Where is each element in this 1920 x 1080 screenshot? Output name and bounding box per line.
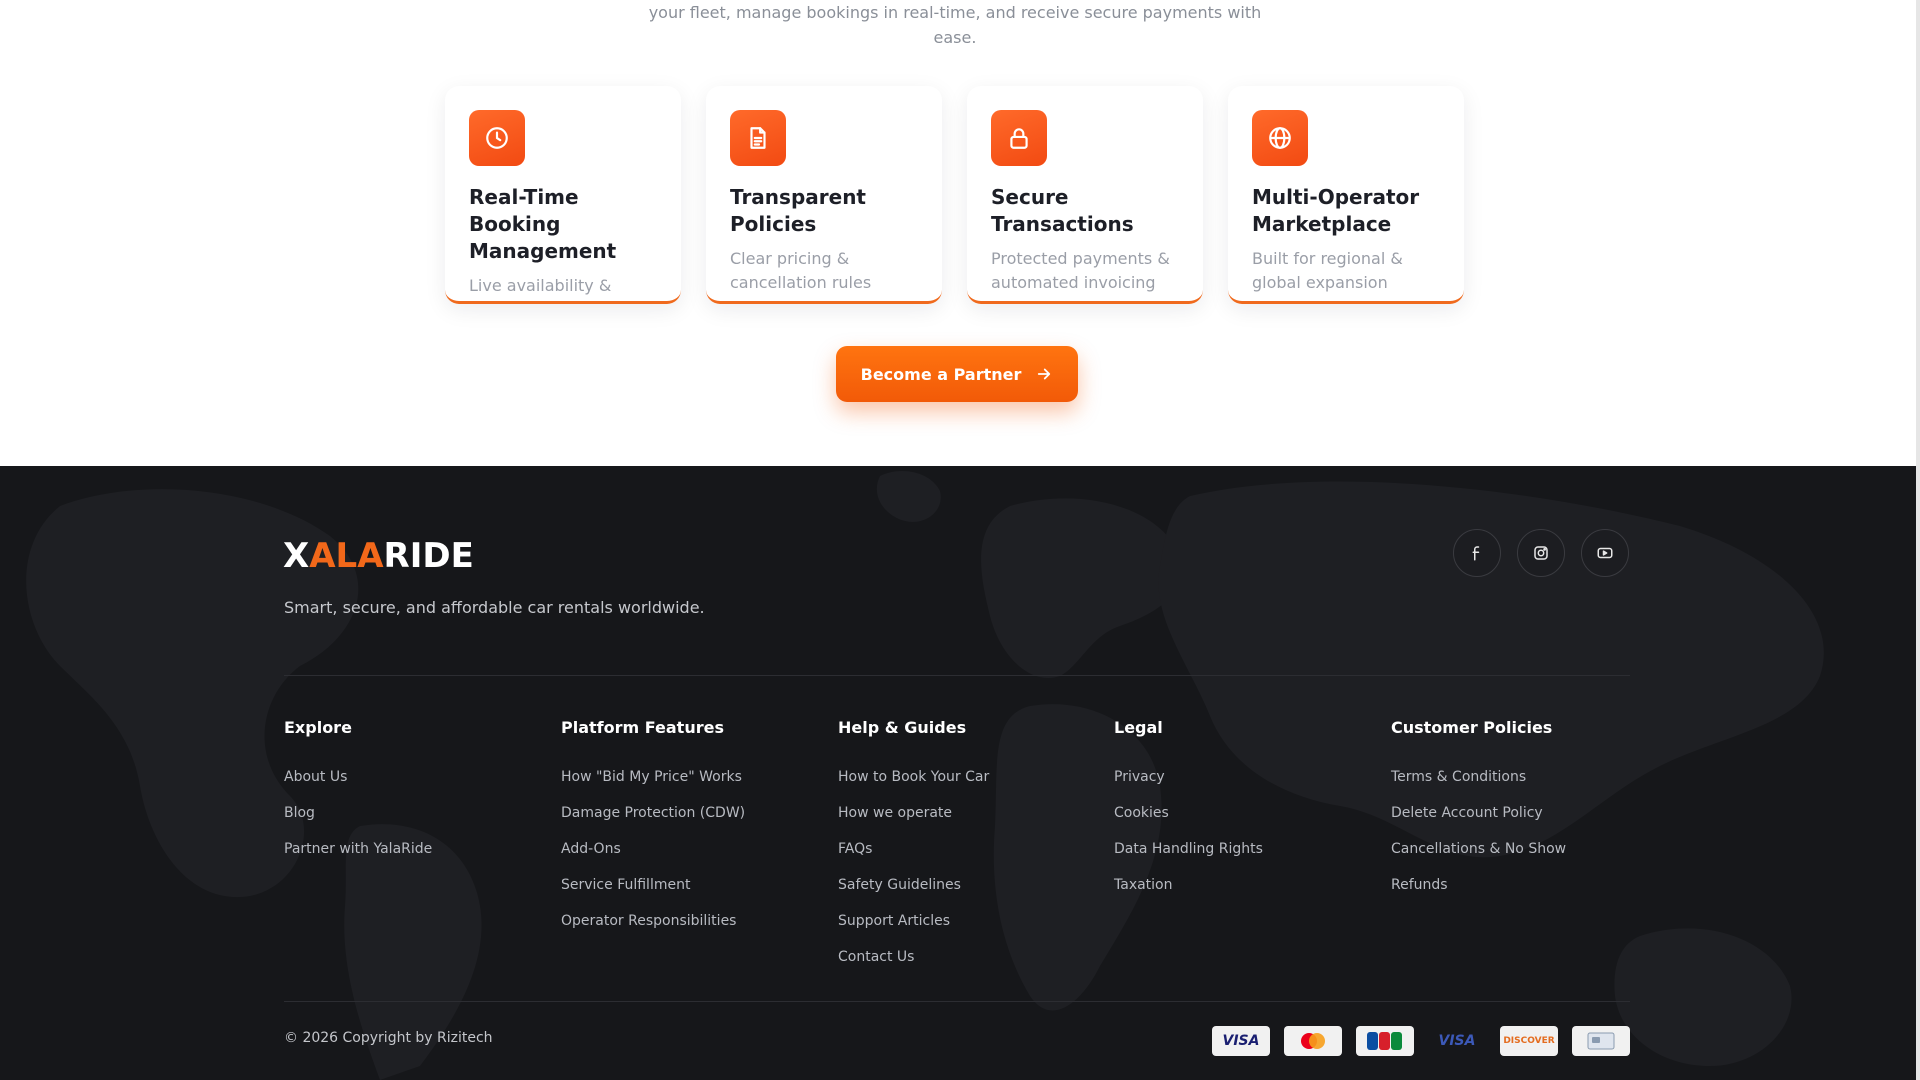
feature-title: Multi-Operator Marketplace — [1252, 185, 1420, 236]
arrow-right-icon — [1038, 368, 1051, 380]
feature-title: Real-Time Booking Management — [469, 185, 617, 263]
footer-divider-bottom — [284, 1001, 1630, 1002]
feature-desc: Built for regional & global expansion — [1252, 249, 1403, 292]
feature-card-multi-operator: Multi-Operator Marketplace Built for reg… — [1228, 86, 1464, 304]
link-taxation[interactable]: Taxation — [1114, 867, 1263, 903]
facebook-icon — [1472, 546, 1480, 561]
logo-ala: ALA — [309, 536, 384, 576]
jcb-card-icon — [1356, 1026, 1414, 1056]
site-footer: XALARIDE Smart, secure, and affordable c… — [0, 466, 1916, 1080]
footer-col-help-guides: Help & Guides How to Book Your Car How w… — [838, 718, 989, 975]
link-delete-account-policy[interactable]: Delete Account Policy — [1391, 795, 1566, 831]
link-faqs[interactable]: FAQs — [838, 831, 989, 867]
lock-icon — [991, 110, 1047, 166]
link-support-articles[interactable]: Support Articles — [838, 903, 989, 939]
footer-col-legal: Legal Privacy Cookies Data Handling Righ… — [1114, 718, 1263, 903]
link-operator-responsibilities[interactable]: Operator Responsibilities — [561, 903, 745, 939]
feature-desc: Protected payments & automated invoicing — [991, 249, 1170, 292]
footer-divider-top — [284, 675, 1630, 676]
mastercard-icon — [1284, 1026, 1342, 1056]
visa-card-icon-2: VISA — [1438, 1033, 1476, 1049]
link-contact-us[interactable]: Contact Us — [838, 939, 989, 975]
intro-text: your fleet, manage bookings in real-time… — [640, 0, 1270, 50]
link-add-ons[interactable]: Add-Ons — [561, 831, 745, 867]
feature-cards: Real-Time Booking Management Live availa… — [445, 86, 1464, 304]
link-how-we-operate[interactable]: How we operate — [838, 795, 989, 831]
link-bid-my-price[interactable]: How "Bid My Price" Works — [561, 759, 745, 795]
link-cancellations-no-show[interactable]: Cancellations & No Show — [1391, 831, 1566, 867]
link-cookies[interactable]: Cookies — [1114, 795, 1263, 831]
payment-methods: VISA VISA DISCOVER — [1212, 1026, 1630, 1056]
intro-line-1: your fleet, manage bookings in real-time… — [648, 3, 1262, 22]
scrollbar-track[interactable] — [1916, 0, 1920, 1080]
visa-card-icon: VISA — [1212, 1026, 1270, 1056]
footer-col-customer-policies: Customer Policies Terms & Conditions Del… — [1391, 718, 1566, 903]
logo-ride: RIDE — [383, 536, 474, 576]
feature-title: Transparent Policies — [730, 185, 866, 236]
document-icon — [730, 110, 786, 166]
feature-desc: Live availability & — [469, 276, 612, 295]
feature-title: Secure Transactions — [991, 185, 1134, 236]
link-privacy[interactable]: Privacy — [1114, 759, 1263, 795]
footer-col-platform-features: Platform Features How "Bid My Price" Wor… — [561, 718, 745, 939]
col-title: Help & Guides — [838, 718, 967, 737]
intro-line-2: ease. — [933, 28, 977, 47]
copyright-text: © 2026 Copyright by Rizitech — [284, 1030, 493, 1046]
link-safety-guidelines[interactable]: Safety Guidelines — [838, 867, 989, 903]
col-title: Explore — [284, 718, 352, 737]
generic-card-icon — [1572, 1026, 1630, 1056]
clock-icon — [469, 110, 525, 166]
become-partner-button[interactable]: Become a Partner — [836, 346, 1078, 402]
footer-col-explore: Explore About Us Blog Partner with YalaR… — [284, 718, 432, 867]
features-section: your fleet, manage bookings in real-time… — [0, 0, 1916, 466]
link-partner-with-yalaride[interactable]: Partner with YalaRide — [284, 831, 432, 867]
footer-tagline: Smart, secure, and affordable car rental… — [284, 598, 705, 617]
link-how-to-book[interactable]: How to Book Your Car — [838, 759, 989, 795]
feature-desc: Clear pricing & cancellation rules — [730, 249, 872, 292]
link-terms-conditions[interactable]: Terms & Conditions — [1391, 759, 1566, 795]
link-damage-protection[interactable]: Damage Protection (CDW) — [561, 795, 745, 831]
discover-card-icon: DISCOVER — [1500, 1026, 1558, 1056]
facebook-button[interactable] — [1453, 529, 1501, 577]
instagram-button[interactable] — [1517, 529, 1565, 577]
link-service-fulfillment[interactable]: Service Fulfillment — [561, 867, 745, 903]
become-partner-label: Become a Partner — [860, 364, 1022, 384]
col-title: Customer Policies — [1391, 718, 1553, 737]
youtube-icon — [1597, 547, 1613, 559]
link-refunds[interactable]: Refunds — [1391, 867, 1566, 903]
link-blog[interactable]: Blog — [284, 795, 432, 831]
instagram-icon — [1534, 546, 1548, 560]
col-title: Platform Features — [561, 718, 724, 737]
logo-x: X — [283, 536, 310, 576]
feature-card-transparent-policies: Transparent Policies Clear pricing & can… — [706, 86, 942, 304]
globe-icon — [1252, 110, 1308, 166]
feature-card-secure-transactions: Secure Transactions Protected payments &… — [967, 86, 1203, 304]
col-title: Legal — [1114, 718, 1163, 737]
yalaride-logo[interactable]: XALARIDE — [283, 536, 474, 576]
feature-card-realtime-booking: Real-Time Booking Management Live availa… — [445, 86, 681, 304]
youtube-button[interactable] — [1581, 529, 1629, 577]
link-data-handling-rights[interactable]: Data Handling Rights — [1114, 831, 1263, 867]
link-about-us[interactable]: About Us — [284, 759, 432, 795]
